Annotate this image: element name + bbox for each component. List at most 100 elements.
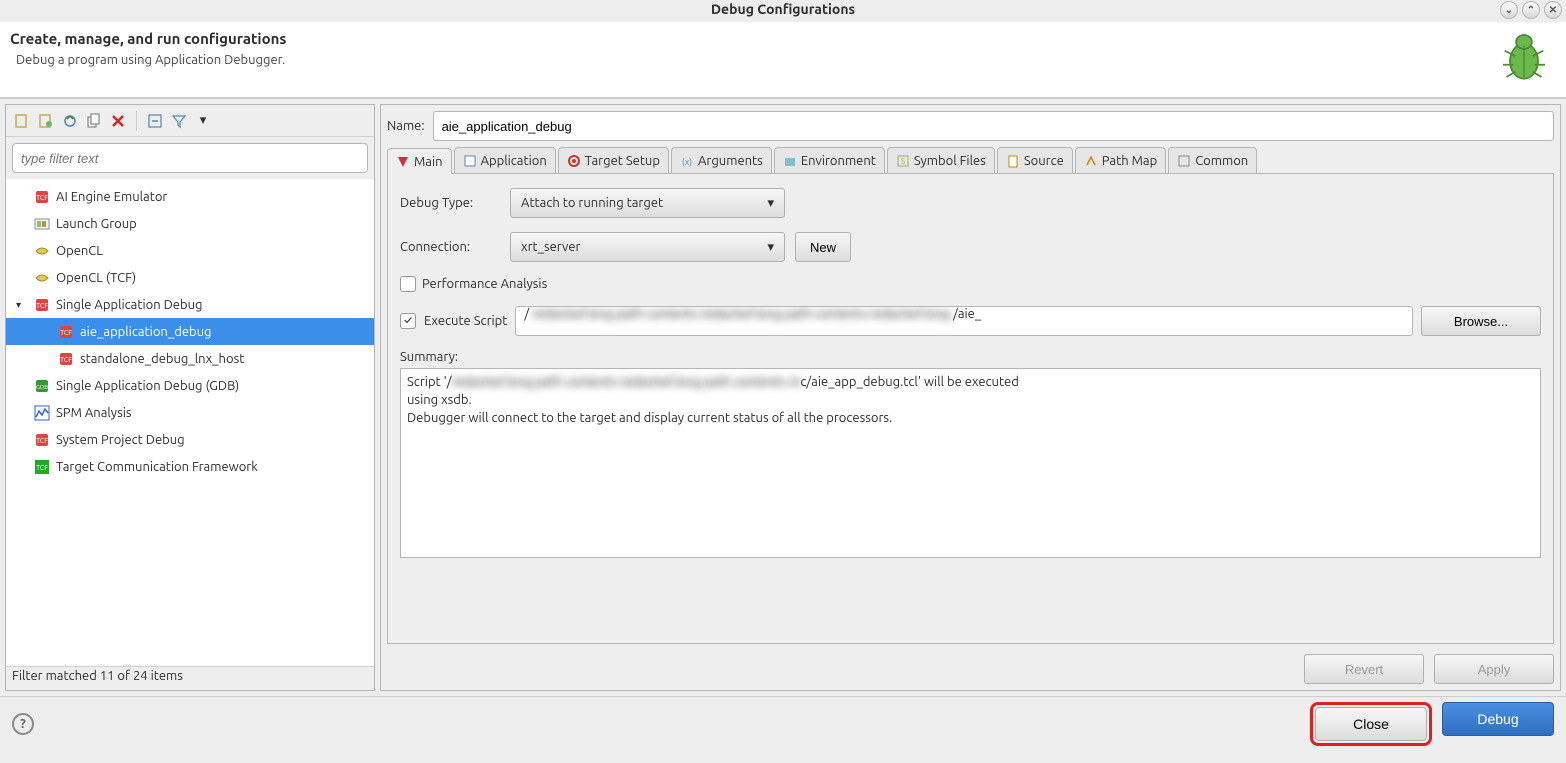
summary-line1: Script '/redacted long path contents red… [407, 373, 1534, 391]
tcf-icon: TCF [58, 324, 74, 340]
titlebar-buttons: ⌄ ⌃ ✕ [1500, 1, 1562, 19]
tree-item-label: Launch Group [56, 217, 137, 231]
main-split: ▾ TCF AI Engine Emulator Launch Group Op… [0, 98, 1566, 696]
tab-label: Environment [801, 154, 876, 168]
close-highlight: Close [1310, 702, 1432, 746]
config-tree[interactable]: TCF AI Engine Emulator Launch Group Open… [6, 179, 374, 666]
tab-target-setup[interactable]: Target Setup [558, 147, 669, 173]
page-title: Create, manage, and run configurations [10, 30, 1556, 47]
tab-arguments[interactable]: (x)Arguments [671, 147, 772, 173]
tab-symbol-files[interactable]: S Symbol Files [887, 147, 995, 173]
new-config-icon[interactable] [12, 111, 32, 131]
tree-item-label: standalone_debug_lnx_host [80, 352, 244, 366]
tree-item-system-project-debug[interactable]: TCF System Project Debug [6, 426, 374, 453]
svg-text:TCF: TCF [36, 464, 48, 472]
svg-text:TCF: TCF [60, 356, 72, 364]
tab-label: Common [1195, 154, 1248, 168]
svg-text:S: S [901, 157, 905, 166]
main-tab-icon [396, 155, 410, 169]
chevron-down-icon: ▾ [767, 240, 774, 255]
tab-main[interactable]: Main [387, 148, 452, 174]
perf-analysis-checkbox[interactable] [400, 276, 416, 292]
tab-application[interactable]: Application [454, 147, 556, 173]
execute-script-row: Execute Script / redacted long path cont… [400, 306, 1541, 336]
tab-label: Symbol Files [914, 154, 986, 168]
filter-input[interactable] [12, 143, 368, 173]
tree-item-tcf[interactable]: TCF Target Communication Framework [6, 453, 374, 480]
svg-text:GDB: GDB [36, 384, 48, 391]
bottom-bar: ? Close Debug [0, 696, 1566, 751]
window-title: Debug Configurations [711, 1, 855, 17]
tab-common[interactable]: Common [1168, 147, 1257, 173]
name-row: Name: [387, 111, 1554, 141]
perf-analysis-row: Performance Analysis [400, 276, 1541, 292]
help-icon[interactable]: ? [12, 713, 34, 735]
revert-button[interactable]: Revert [1304, 654, 1424, 684]
tree-item-single-app-debug[interactable]: TCF Single Application Debug [6, 291, 374, 318]
debug-type-row: Debug Type: Attach to running target ▾ [400, 188, 1541, 218]
name-input[interactable] [433, 111, 1554, 141]
right-buttons: Revert Apply [387, 654, 1554, 684]
right-panel: Name: Main Application Target Setup (x)A… [380, 104, 1561, 691]
tree-item-single-app-debug-gdb[interactable]: GDB Single Application Debug (GDB) [6, 372, 374, 399]
tree-item-label: Single Application Debug [56, 298, 202, 312]
left-toolbar: ▾ [6, 105, 374, 137]
tree-item-label: System Project Debug [56, 433, 185, 447]
close-window-icon[interactable]: ✕ [1544, 1, 1562, 19]
tab-label: Application [481, 154, 547, 168]
tree-item-opencl[interactable]: OpenCL [6, 237, 374, 264]
gdb-icon: GDB [34, 378, 50, 394]
tab-label: Target Setup [585, 154, 660, 168]
connection-row: Connection: xrt_server ▾ New [400, 232, 1541, 262]
environment-tab-icon [783, 154, 797, 168]
arguments-tab-icon: (x) [680, 154, 694, 168]
tree-item-aie-application-debug[interactable]: TCF aie_application_debug [6, 318, 374, 345]
export-icon[interactable] [60, 111, 80, 131]
summary-line2: using xsdb. [407, 391, 1534, 409]
filter-icon[interactable] [169, 111, 189, 131]
name-label: Name: [387, 119, 425, 133]
summary-box[interactable]: Script '/redacted long path contents red… [400, 368, 1541, 558]
close-button[interactable]: Close [1315, 707, 1427, 741]
new-prototype-icon[interactable] [36, 111, 56, 131]
debug-type-combo[interactable]: Attach to running target ▾ [510, 188, 785, 218]
browse-button[interactable]: Browse... [1421, 306, 1541, 336]
filter-status: Filter matched 11 of 24 items [6, 666, 374, 690]
collapse-all-icon[interactable] [145, 111, 165, 131]
tcf-icon: TCF [58, 351, 74, 367]
svg-text:TCF: TCF [36, 302, 48, 310]
tree-item-label: Target Communication Framework [56, 460, 258, 474]
duplicate-icon[interactable] [84, 111, 104, 131]
tree-item-standalone-debug[interactable]: TCF standalone_debug_lnx_host [6, 345, 374, 372]
new-connection-button[interactable]: New [795, 232, 851, 262]
tab-content-main: Debug Type: Attach to running target ▾ C… [387, 174, 1554, 644]
launch-group-icon [34, 216, 50, 232]
tree-item-label: Single Application Debug (GDB) [56, 379, 239, 393]
summary-redacted: redacted long path contents redacted lon… [452, 375, 801, 389]
tab-path-map[interactable]: Path Map [1075, 147, 1166, 173]
connection-label: Connection: [400, 240, 500, 254]
toolbar-separator [136, 111, 137, 131]
debug-button[interactable]: Debug [1442, 702, 1554, 736]
apply-button[interactable]: Apply [1434, 654, 1554, 684]
debug-type-value: Attach to running target [521, 196, 663, 210]
minimize-icon[interactable]: ⌄ [1500, 1, 1518, 19]
filter-dropdown-icon[interactable]: ▾ [193, 111, 213, 131]
tab-environment[interactable]: Environment [774, 147, 885, 173]
tree-item-opencl-tcf[interactable]: OpenCL (TCF) [6, 264, 374, 291]
tab-source[interactable]: Source [997, 147, 1073, 173]
tree-item-ai-engine-emulator[interactable]: TCF AI Engine Emulator [6, 183, 374, 210]
tabs-bar: Main Application Target Setup (x)Argumen… [387, 147, 1554, 174]
tcf-green-icon: TCF [34, 459, 50, 475]
tree-item-launch-group[interactable]: Launch Group [6, 210, 374, 237]
tcf-icon: TCF [34, 432, 50, 448]
perf-analysis-label: Performance Analysis [422, 277, 547, 291]
delete-icon[interactable] [108, 111, 128, 131]
connection-combo[interactable]: xrt_server ▾ [510, 232, 785, 262]
execute-script-checkbox[interactable] [400, 313, 416, 329]
script-path-input[interactable]: / redacted long path contents redacted l… [515, 306, 1413, 336]
spm-icon [34, 405, 50, 421]
tree-item-spm-analysis[interactable]: SPM Analysis [6, 399, 374, 426]
common-tab-icon [1177, 154, 1191, 168]
maximize-icon[interactable]: ⌃ [1522, 1, 1540, 19]
